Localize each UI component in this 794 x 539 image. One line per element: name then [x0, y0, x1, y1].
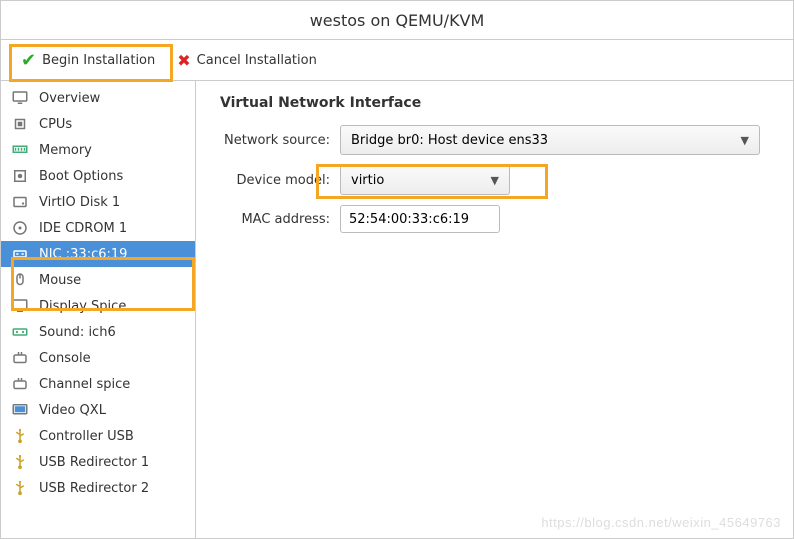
monitor-icon [9, 89, 31, 107]
sidebar-item-usb[interactable]: USB Redirector 1 [1, 449, 195, 475]
x-icon: ✖ [177, 51, 190, 70]
cancel-installation-button[interactable]: ✖ Cancel Installation [167, 47, 327, 74]
check-icon: ✔ [21, 50, 36, 71]
watermark-text: https://blog.csdn.net/weixin_45649763 [541, 515, 781, 530]
mouse-icon [9, 271, 31, 289]
sidebar-item-label: Console [39, 351, 91, 366]
hardware-sidebar[interactable]: Overview CPUs Memory Boot Options VirtIO Dis… [1, 81, 196, 538]
sidebar-item-sound[interactable]: Sound: ich6 [1, 319, 195, 345]
usb-icon [9, 427, 31, 445]
sidebar-item-label: Display Spice [39, 299, 126, 314]
sidebar-item-label: IDE CDROM 1 [39, 221, 127, 236]
chevron-down-icon: ▼ [741, 134, 749, 147]
sidebar-item-monitor[interactable]: Overview [1, 85, 195, 111]
nic-icon [9, 245, 31, 263]
sidebar-item-console[interactable]: Channel spice [1, 371, 195, 397]
sidebar-item-disk[interactable]: VirtIO Disk 1 [1, 189, 195, 215]
network-source-label: Network source: [220, 133, 340, 148]
sidebar-item-console[interactable]: Console [1, 345, 195, 371]
cpu-icon [9, 115, 31, 133]
sidebar-item-memory[interactable]: Memory [1, 137, 195, 163]
sidebar-item-label: Video QXL [39, 403, 106, 418]
sidebar-item-label: Channel spice [39, 377, 130, 392]
cdrom-icon [9, 219, 31, 237]
sidebar-item-label: USB Redirector 1 [39, 455, 149, 470]
network-source-dropdown[interactable]: Bridge br0: Host device ens33 ▼ [340, 125, 760, 155]
sidebar-item-label: Memory [39, 143, 92, 158]
chevron-down-icon: ▼ [491, 174, 499, 187]
usb-icon [9, 453, 31, 471]
sidebar-item-cpu[interactable]: CPUs [1, 111, 195, 137]
device-model-dropdown[interactable]: virtio ▼ [340, 165, 510, 195]
sidebar-item-mouse[interactable]: Mouse [1, 267, 195, 293]
sidebar-item-label: VirtIO Disk 1 [39, 195, 120, 210]
sidebar-item-label: Boot Options [39, 169, 123, 184]
sidebar-item-label: Overview [39, 91, 100, 106]
sidebar-item-display[interactable]: Display Spice [1, 293, 195, 319]
console-icon [9, 349, 31, 367]
device-model-label: Device model: [220, 173, 340, 188]
video-icon [9, 401, 31, 419]
console-icon [9, 375, 31, 393]
mac-address-input[interactable] [340, 205, 500, 233]
sidebar-item-label: Controller USB [39, 429, 134, 444]
sidebar-item-label: Sound: ich6 [39, 325, 116, 340]
begin-label: Begin Installation [42, 53, 155, 68]
sidebar-item-usb[interactable]: Controller USB [1, 423, 195, 449]
memory-icon [9, 141, 31, 159]
mac-address-label: MAC address: [220, 212, 340, 227]
sound-icon [9, 323, 31, 341]
sidebar-item-label: USB Redirector 2 [39, 481, 149, 496]
sidebar-item-nic[interactable]: NIC :33:c6:19 [1, 241, 195, 267]
disk-icon [9, 193, 31, 211]
display-icon [9, 297, 31, 315]
sidebar-item-label: NIC :33:c6:19 [39, 247, 127, 262]
sidebar-item-label: Mouse [39, 273, 81, 288]
cancel-label: Cancel Installation [197, 53, 317, 68]
boot-icon [9, 167, 31, 185]
sidebar-item-video[interactable]: Video QXL [1, 397, 195, 423]
usb-icon [9, 479, 31, 497]
sidebar-item-usb[interactable]: USB Redirector 2 [1, 475, 195, 501]
begin-installation-button[interactable]: ✔ Begin Installation [11, 46, 165, 75]
toolbar: ✔ Begin Installation ✖ Cancel Installati… [1, 40, 793, 80]
sidebar-item-label: CPUs [39, 117, 72, 132]
sidebar-item-cdrom[interactable]: IDE CDROM 1 [1, 215, 195, 241]
sidebar-item-boot[interactable]: Boot Options [1, 163, 195, 189]
main-panel: Virtual Network Interface Network source… [196, 81, 793, 538]
panel-title: Virtual Network Interface [220, 95, 769, 111]
window-title: westos on QEMU/KVM [1, 1, 793, 39]
